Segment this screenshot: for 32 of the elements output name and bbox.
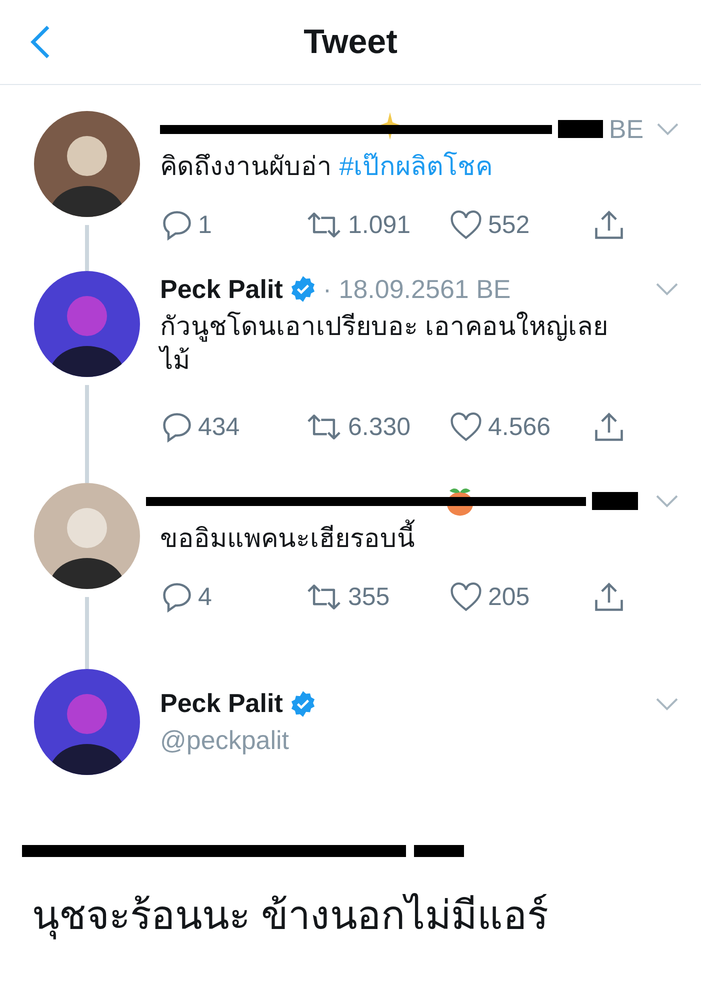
reply-icon[interactable]: [160, 208, 194, 242]
share-icon[interactable]: [592, 410, 626, 444]
tweet-date: BE: [608, 114, 644, 144]
tweet-date: · 18.09.2561 BE: [322, 274, 511, 304]
user-name[interactable]: Peck Palit: [160, 274, 283, 304]
retweet-count: 1.091: [348, 210, 411, 240]
back-icon[interactable]: [28, 24, 52, 60]
heart-icon[interactable]: [448, 580, 484, 614]
redaction-bar: [558, 120, 603, 138]
like-count: 552: [488, 210, 530, 240]
share-icon[interactable]: [592, 580, 626, 614]
redaction-bar: [592, 492, 638, 510]
user-handle: @peckpalit: [160, 725, 290, 756]
heart-icon[interactable]: [448, 410, 484, 444]
page-title: Tweet: [304, 22, 398, 62]
redaction-bar: [414, 845, 464, 857]
tweet-text: คิดถึงงานผับอ่า #เป๊กผลิตโชค: [160, 150, 494, 183]
reply-count: 4: [198, 582, 212, 612]
reply-icon[interactable]: [160, 410, 194, 444]
heart-icon[interactable]: [448, 208, 484, 242]
tweet-text: ขออิมแพคนะเฮียรอบนี้: [160, 521, 679, 555]
like-count: 4.566: [488, 412, 551, 442]
reply-count: 434: [198, 412, 240, 442]
share-icon[interactable]: [592, 208, 626, 242]
retweet-count: 6.330: [348, 412, 411, 442]
like-count: 205: [488, 582, 530, 612]
tweet-text: นุชจะร้อนนะ ข้างนอกไม่มีแอร์: [32, 892, 550, 942]
retweet-count: 355: [348, 582, 390, 612]
user-name[interactable]: Peck Palit: [160, 688, 283, 719]
reply-icon[interactable]: [160, 580, 194, 614]
tweet-text: กัวนูชโดนเอาเปรียบอะ เอาคอนใหญ่เลยไม้: [160, 310, 610, 377]
reply-count: 1: [198, 210, 212, 240]
